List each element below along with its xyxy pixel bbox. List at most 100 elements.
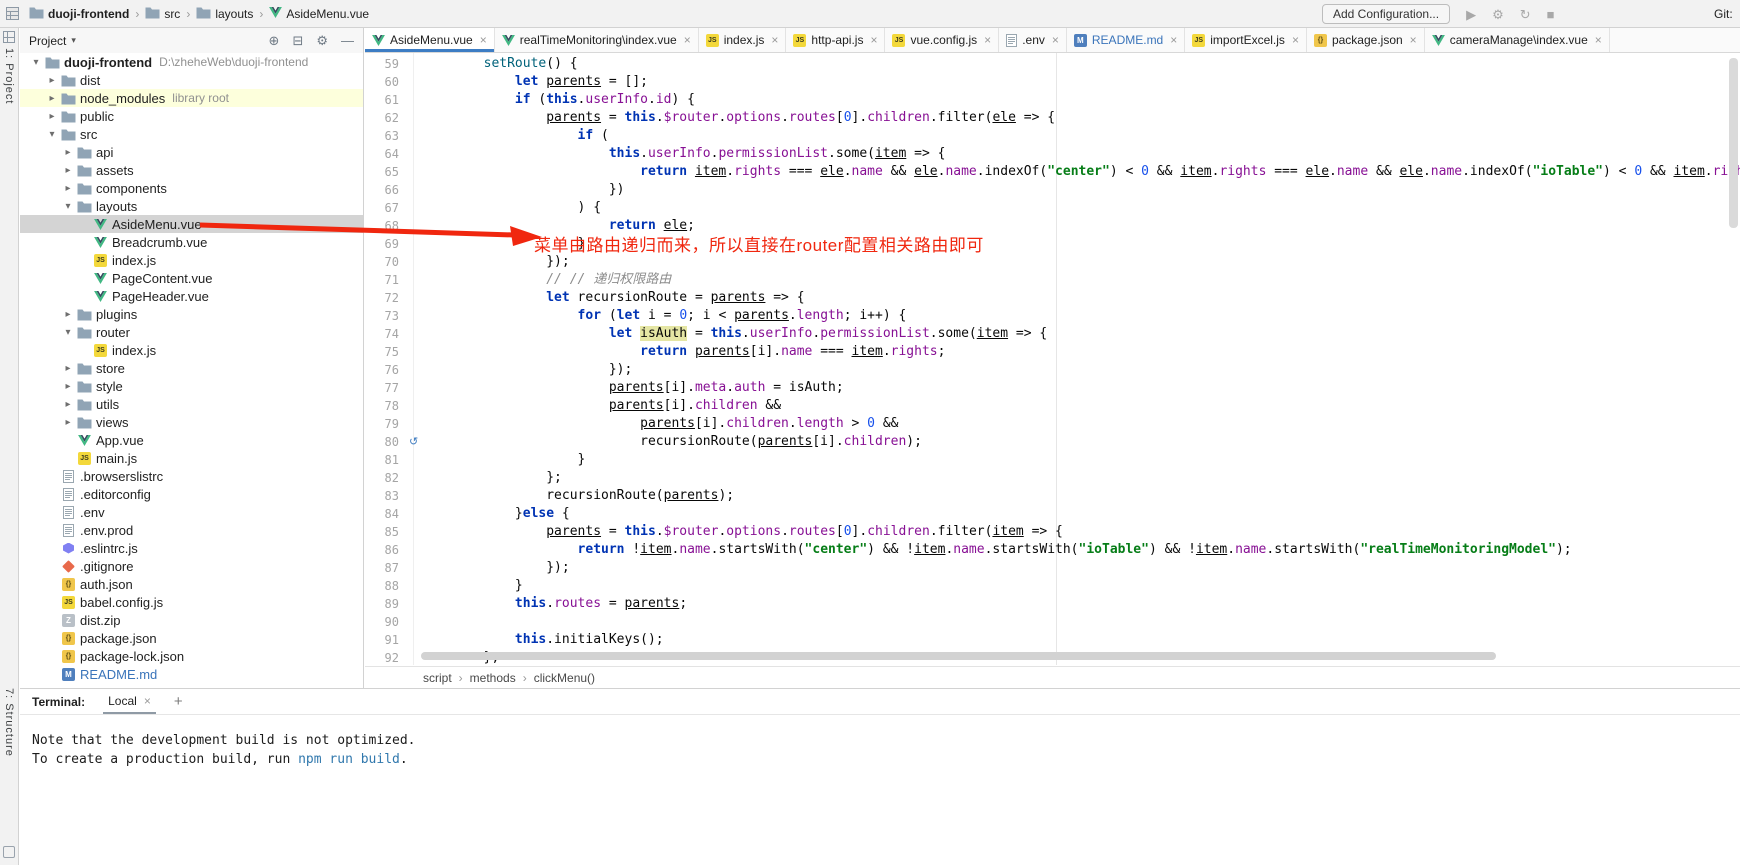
line-number[interactable]: 74 (365, 325, 409, 343)
line-number[interactable]: 61 (365, 91, 409, 109)
close-icon[interactable]: × (1292, 33, 1299, 47)
code-line[interactable]: 84 }else { (365, 505, 1740, 523)
chevron-right-icon[interactable]: ▸ (60, 417, 76, 428)
add-configuration-button[interactable]: Add Configuration... (1322, 4, 1450, 24)
line-number[interactable]: 67 (365, 199, 409, 217)
chevron-right-icon[interactable]: ▸ (60, 183, 76, 194)
stop-icon[interactable]: ■ (1547, 8, 1555, 21)
tree-item[interactable]: ▸store (20, 359, 363, 377)
code-line[interactable]: 64 this.userInfo.permissionList.some(ite… (365, 145, 1740, 163)
tree-item[interactable]: App.vue (20, 431, 363, 449)
code-line[interactable]: 60 let parents = []; (365, 73, 1740, 91)
close-icon[interactable]: × (1170, 33, 1177, 47)
toolwindow-toggle-icon[interactable] (3, 846, 15, 858)
tree-item[interactable]: PageHeader.vue (20, 287, 363, 305)
line-number[interactable]: 78 (365, 397, 409, 415)
code-line[interactable]: 81 } (365, 451, 1740, 469)
code-line[interactable]: 78 parents[i].children && (365, 397, 1740, 415)
chevron-right-icon[interactable]: ▸ (44, 75, 60, 86)
tree-item[interactable]: ▾src (20, 125, 363, 143)
code-line[interactable]: 72 let recursionRoute = parents => { (365, 289, 1740, 307)
code-line[interactable]: 59 setRoute() { (365, 55, 1740, 73)
tree-item[interactable]: ▸plugins (20, 305, 363, 323)
tree-item[interactable]: ▸public (20, 107, 363, 125)
locate-icon[interactable]: ⊕ (269, 33, 280, 49)
line-number[interactable]: 80 (365, 433, 409, 451)
line-number[interactable]: 88 (365, 577, 409, 595)
tree-item[interactable]: ▾layouts (20, 197, 363, 215)
line-number[interactable]: 62 (365, 109, 409, 127)
code-line[interactable]: 65 return item.rights === ele.name && el… (365, 163, 1740, 181)
code-line[interactable]: 89 this.routes = parents; (365, 595, 1740, 613)
line-number[interactable]: 60 (365, 73, 409, 91)
line-number[interactable]: 76 (365, 361, 409, 379)
chevron-right-icon[interactable]: ▸ (60, 381, 76, 392)
line-number[interactable]: 79 (365, 415, 409, 433)
chevron-down-icon[interactable]: ▾ (71, 35, 76, 46)
stripe-structure-button[interactable]: 7: Structure (3, 688, 15, 757)
chevron-right-icon[interactable]: ▸ (60, 147, 76, 158)
line-number[interactable]: 82 (365, 469, 409, 487)
tree-item[interactable]: Zdist.zip (20, 611, 363, 629)
line-number[interactable]: 92 (365, 649, 409, 665)
code-line[interactable]: 71 // // 递归权限路由 (365, 271, 1740, 289)
line-number[interactable]: 86 (365, 541, 409, 559)
tree-item[interactable]: JSmain.js (20, 449, 363, 467)
chevron-right-icon[interactable]: ▸ (60, 399, 76, 410)
vertical-scrollbar[interactable] (1729, 58, 1738, 228)
chevron-right-icon[interactable]: ▸ (60, 165, 76, 176)
tree-item[interactable]: .eslintrc.js (20, 539, 363, 557)
code-line[interactable]: 87 }); (365, 559, 1740, 577)
tree-item[interactable]: MREADME.md (20, 665, 363, 683)
line-number[interactable]: 71 (365, 271, 409, 289)
line-number[interactable]: 84 (365, 505, 409, 523)
code-line[interactable]: 73 for (let i = 0; i < parents.length; i… (365, 307, 1740, 325)
tree-item[interactable]: ▾router (20, 323, 363, 341)
tree-item[interactable]: ▾duoji-frontendD:\zheheWeb\duoji-fronten… (20, 53, 363, 71)
stripe-project-button[interactable]: 1: Project (3, 48, 15, 104)
line-number[interactable]: 91 (365, 631, 409, 649)
code-line[interactable]: 76 }); (365, 361, 1740, 379)
close-icon[interactable]: × (870, 33, 877, 47)
code-line[interactable]: 77 parents[i].meta.auth = isAuth; (365, 379, 1740, 397)
tree-item[interactable]: ▸views (20, 413, 363, 431)
editor-tab[interactable]: JSvue.config.js× (885, 28, 999, 52)
tree-item[interactable]: AsideMenu.vue (20, 215, 363, 233)
chevron-down-icon[interactable]: ▾ (60, 201, 76, 212)
tree-item[interactable]: ▸node_moduleslibrary root (20, 89, 363, 107)
code-line[interactable]: 66 }) (365, 181, 1740, 199)
line-number[interactable]: 65 (365, 163, 409, 181)
chevron-right-icon[interactable]: ▸ (44, 111, 60, 122)
tree-item[interactable]: ▸utils (20, 395, 363, 413)
line-number[interactable]: 90 (365, 613, 409, 631)
tree-item[interactable]: .gitignore (20, 557, 363, 575)
code-line[interactable]: 75 return parents[i].name === item.right… (365, 343, 1740, 361)
editor-tab[interactable]: {}package.json× (1307, 28, 1425, 52)
code-line[interactable]: 80↺ recursionRoute(parents[i].children); (365, 433, 1740, 451)
chevron-down-icon[interactable]: ▾ (44, 129, 60, 140)
editor-tab[interactable]: JSindex.js× (699, 28, 787, 52)
editor-tab[interactable]: JShttp-api.js× (786, 28, 885, 52)
chevron-right-icon[interactable]: ▸ (60, 309, 76, 320)
tree-item[interactable]: {}package.json (20, 629, 363, 647)
editor-tab[interactable]: AsideMenu.vue× (365, 28, 495, 52)
close-icon[interactable]: × (684, 33, 691, 47)
line-number[interactable]: 59 (365, 55, 409, 73)
line-number[interactable]: 75 (365, 343, 409, 361)
settings-icon[interactable]: ⚙ (316, 33, 328, 49)
tree-item[interactable]: .env.prod (20, 521, 363, 539)
close-icon[interactable]: × (1052, 33, 1059, 47)
git-widget[interactable]: Git: (1714, 7, 1740, 21)
hide-icon[interactable]: — (341, 33, 354, 49)
tree-item[interactable]: .browserslistrc (20, 467, 363, 485)
add-terminal-button[interactable]: + (174, 693, 183, 710)
code-line[interactable]: 83 recursionRoute(parents); (365, 487, 1740, 505)
tree-item[interactable]: ▸dist (20, 71, 363, 89)
line-number[interactable]: 69 (365, 235, 409, 253)
close-icon[interactable]: × (1410, 33, 1417, 47)
breadcrumb-item[interactable]: methods (470, 671, 516, 685)
code-line[interactable]: 79 parents[i].children.length > 0 && (365, 415, 1740, 433)
breadcrumb-item[interactable]: AsideMenu.vue (267, 7, 371, 21)
tree-item[interactable]: {}auth.json (20, 575, 363, 593)
editor-tab[interactable]: MREADME.md× (1067, 28, 1185, 52)
